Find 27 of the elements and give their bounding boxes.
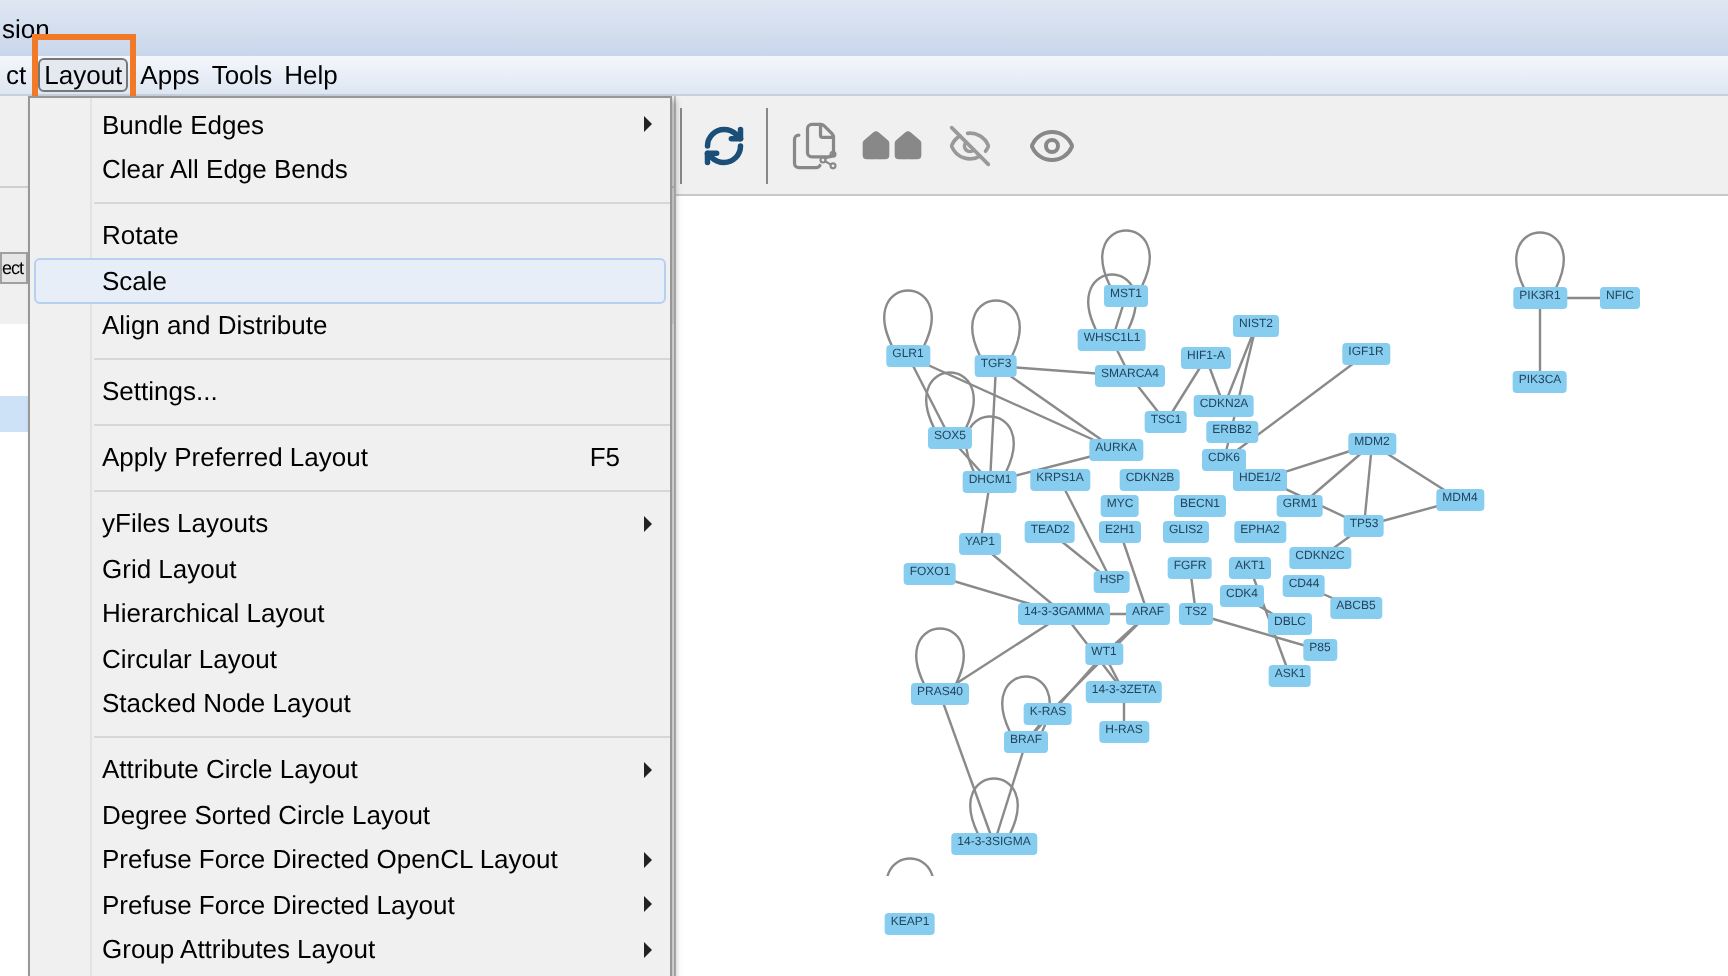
menu-item[interactable]: Layout: [38, 58, 129, 92]
menu-item[interactable]: ct: [0, 60, 33, 90]
menu-entry[interactable]: Bundle Edges: [34, 102, 666, 147]
menu-entry[interactable]: Degree Sorted Circle Layout: [34, 792, 666, 837]
menu-entry[interactable]: Prefuse Force Directed OpenCL Layout: [34, 837, 666, 882]
menu-entry[interactable]: Stacked Node Layout: [34, 681, 666, 726]
menu-entry[interactable]: Settings...: [34, 369, 666, 414]
shortcut-label: F5: [589, 440, 620, 476]
menu-entry[interactable]: Hierarchical Layout: [34, 591, 666, 636]
menu-entry[interactable]: Group Attributes Layout: [34, 927, 666, 972]
menu-entry[interactable]: Circular Layout: [34, 636, 666, 681]
menu-entry[interactable]: Prefuse Force Directed Layout: [34, 882, 666, 927]
menu-item[interactable]: Help: [278, 60, 344, 90]
menu-entry[interactable]: Rotate: [34, 213, 666, 258]
menu-entry[interactable]: Clear All Edge Bends: [34, 147, 666, 192]
menu-item[interactable]: Apps: [134, 60, 206, 90]
menu-entry[interactable]: Apply Preferred Layout F5: [34, 435, 666, 480]
panel-button[interactable]: ect: [0, 252, 28, 284]
menu-entry[interactable]: yFiles Layouts: [34, 501, 666, 546]
hide-icon[interactable]: [944, 123, 996, 167]
menu-entry[interactable]: Grid Layout: [34, 546, 666, 591]
houses-icon[interactable]: [860, 129, 924, 161]
menu-entry[interactable]: Scale: [34, 258, 666, 303]
menu-item[interactable]: Tools: [205, 60, 279, 90]
menu-entry[interactable]: Attribute Circle Layout: [34, 747, 666, 792]
refresh-icon[interactable]: [702, 123, 746, 167]
menu-entry[interactable]: Align and Distribute: [34, 303, 666, 348]
